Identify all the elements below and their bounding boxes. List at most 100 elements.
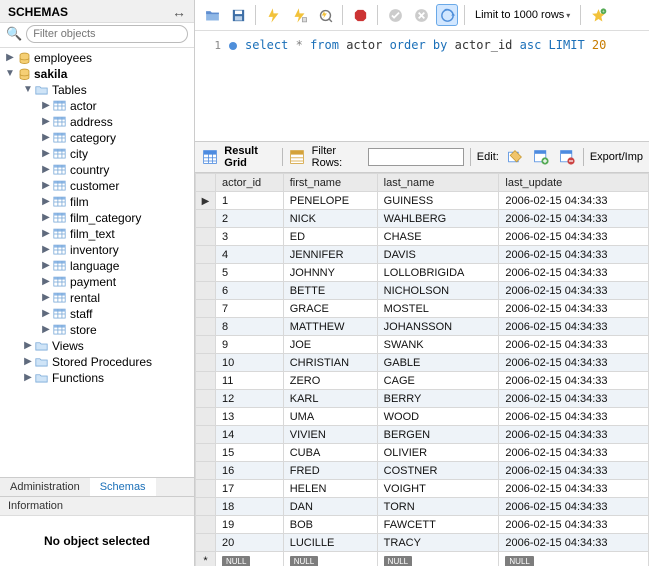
chevron-right-icon[interactable]: ▶ xyxy=(40,130,52,146)
cell[interactable]: BETTE xyxy=(283,282,377,300)
cell[interactable]: OLIVIER xyxy=(377,444,499,462)
chevron-right-icon[interactable]: ▶ xyxy=(4,50,16,66)
cell[interactable]: 10 xyxy=(216,354,284,372)
tab-schemas[interactable]: Schemas xyxy=(90,477,156,496)
row-selector[interactable]: * xyxy=(196,552,216,566)
cell[interactable]: NICK xyxy=(283,210,377,228)
cell-null[interactable]: NULL xyxy=(216,552,284,566)
cell[interactable]: 7 xyxy=(216,300,284,318)
cell[interactable]: JOE xyxy=(283,336,377,354)
table-row[interactable]: 20LUCILLETRACY2006-02-15 04:34:33 xyxy=(196,534,649,552)
cell[interactable]: ED xyxy=(283,228,377,246)
table-row[interactable]: 7GRACEMOSTEL2006-02-15 04:34:33 xyxy=(196,300,649,318)
cell[interactable]: SWANK xyxy=(377,336,499,354)
cell[interactable]: GUINESS xyxy=(377,192,499,210)
cell[interactable]: KARL xyxy=(283,390,377,408)
tree-table-category[interactable]: ▶category xyxy=(0,130,194,146)
cell[interactable]: TORN xyxy=(377,498,499,516)
cell[interactable]: 2006-02-15 04:34:33 xyxy=(499,228,649,246)
row-selector[interactable] xyxy=(196,210,216,228)
tree-folder-views[interactable]: ▶Views xyxy=(0,338,194,354)
tree-folder-tables[interactable]: ▼Tables xyxy=(0,82,194,98)
tab-administration[interactable]: Administration xyxy=(0,478,90,496)
row-selector[interactable] xyxy=(196,354,216,372)
cell[interactable]: 8 xyxy=(216,318,284,336)
cell[interactable]: GABLE xyxy=(377,354,499,372)
cell[interactable]: 2006-02-15 04:34:33 xyxy=(499,516,649,534)
filter-rows-icon[interactable] xyxy=(288,147,305,167)
table-row[interactable]: 13UMAWOOD2006-02-15 04:34:33 xyxy=(196,408,649,426)
chevron-right-icon[interactable]: ▶ xyxy=(40,306,52,322)
cell[interactable]: TRACY xyxy=(377,534,499,552)
result-grid-wrap[interactable]: actor_idfirst_namelast_namelast_update▶1… xyxy=(195,173,649,566)
cell-null[interactable]: NULL xyxy=(499,552,649,566)
cell[interactable]: JENNIFER xyxy=(283,246,377,264)
cell[interactable]: HELEN xyxy=(283,480,377,498)
cell[interactable]: 18 xyxy=(216,498,284,516)
cell[interactable]: MOSTEL xyxy=(377,300,499,318)
chevron-right-icon[interactable]: ▶ xyxy=(22,338,34,354)
table-row[interactable]: 2NICKWAHLBERG2006-02-15 04:34:33 xyxy=(196,210,649,228)
column-header-actor_id[interactable]: actor_id xyxy=(216,174,284,192)
table-row[interactable]: 11ZEROCAGE2006-02-15 04:34:33 xyxy=(196,372,649,390)
cell[interactable]: DAN xyxy=(283,498,377,516)
tree-table-customer[interactable]: ▶customer xyxy=(0,178,194,194)
table-row[interactable]: 16FREDCOSTNER2006-02-15 04:34:33 xyxy=(196,462,649,480)
cell-null[interactable]: NULL xyxy=(377,552,499,566)
row-selector[interactable] xyxy=(196,408,216,426)
schema-filter-input[interactable] xyxy=(26,25,188,43)
commit-button[interactable] xyxy=(384,4,406,26)
row-selector[interactable] xyxy=(196,516,216,534)
column-header-last_name[interactable]: last_name xyxy=(377,174,499,192)
cell[interactable]: 2006-02-15 04:34:33 xyxy=(499,354,649,372)
chevron-right-icon[interactable]: ▶ xyxy=(40,210,52,226)
cell[interactable]: 2006-02-15 04:34:33 xyxy=(499,498,649,516)
chevron-right-icon[interactable]: ▶ xyxy=(40,162,52,178)
collapse-icon[interactable]: ↔ xyxy=(172,4,186,20)
tree-table-actor[interactable]: ▶actor xyxy=(0,98,194,114)
chevron-down-icon[interactable]: ▼ xyxy=(22,82,34,98)
row-selector[interactable] xyxy=(196,444,216,462)
cell[interactable]: 2006-02-15 04:34:33 xyxy=(499,390,649,408)
cell[interactable]: 6 xyxy=(216,282,284,300)
row-selector[interactable] xyxy=(196,480,216,498)
tree-table-language[interactable]: ▶language xyxy=(0,258,194,274)
cell[interactable]: 19 xyxy=(216,516,284,534)
cell[interactable]: 2006-02-15 04:34:33 xyxy=(499,246,649,264)
cell[interactable]: 2006-02-15 04:34:33 xyxy=(499,318,649,336)
cell[interactable]: 17 xyxy=(216,480,284,498)
open-file-button[interactable] xyxy=(201,4,223,26)
table-row[interactable]: 17HELENVOIGHT2006-02-15 04:34:33 xyxy=(196,480,649,498)
cell[interactable]: BERGEN xyxy=(377,426,499,444)
row-selector[interactable] xyxy=(196,318,216,336)
cell[interactable]: GRACE xyxy=(283,300,377,318)
chevron-right-icon[interactable]: ▶ xyxy=(40,274,52,290)
row-selector[interactable] xyxy=(196,426,216,444)
row-selector[interactable]: ▶ xyxy=(196,192,216,210)
tree-table-address[interactable]: ▶address xyxy=(0,114,194,130)
cell[interactable]: 2006-02-15 04:34:33 xyxy=(499,372,649,390)
rollback-button[interactable] xyxy=(410,4,432,26)
tree-table-film[interactable]: ▶film xyxy=(0,194,194,210)
table-row[interactable]: 18DANTORN2006-02-15 04:34:33 xyxy=(196,498,649,516)
breakpoint-icon[interactable] xyxy=(229,42,237,50)
cell[interactable]: 2006-02-15 04:34:33 xyxy=(499,462,649,480)
cell[interactable]: 14 xyxy=(216,426,284,444)
table-row[interactable]: 5JOHNNYLOLLOBRIGIDA2006-02-15 04:34:33 xyxy=(196,264,649,282)
cell[interactable]: 16 xyxy=(216,462,284,480)
table-row[interactable]: 12KARLBERRY2006-02-15 04:34:33 xyxy=(196,390,649,408)
tree-table-film_text[interactable]: ▶film_text xyxy=(0,226,194,242)
chevron-right-icon[interactable]: ▶ xyxy=(40,290,52,306)
row-limit-dropdown[interactable]: Limit to 1000 rows▾ xyxy=(471,9,574,21)
chevron-right-icon[interactable]: ▶ xyxy=(40,98,52,114)
cell[interactable]: 4 xyxy=(216,246,284,264)
cell[interactable]: ZERO xyxy=(283,372,377,390)
autocommit-button[interactable] xyxy=(436,4,458,26)
cell[interactable]: 2006-02-15 04:34:33 xyxy=(499,426,649,444)
tree-folder-stored-procedures[interactable]: ▶Stored Procedures xyxy=(0,354,194,370)
row-selector[interactable] xyxy=(196,498,216,516)
cell[interactable]: NICHOLSON xyxy=(377,282,499,300)
chevron-right-icon[interactable]: ▶ xyxy=(40,242,52,258)
table-row[interactable]: 19BOBFAWCETT2006-02-15 04:34:33 xyxy=(196,516,649,534)
cell[interactable]: 1 xyxy=(216,192,284,210)
